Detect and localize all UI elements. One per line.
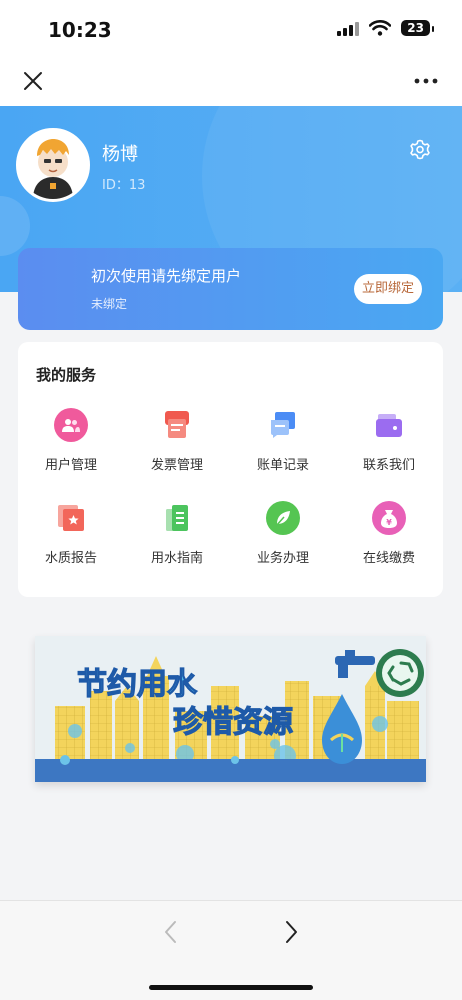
more-icon[interactable] [412, 70, 440, 92]
report-icon [54, 501, 88, 535]
user-name: 杨博 [102, 144, 138, 165]
banner-illustration: 节约用水 珍惜资源 [35, 636, 426, 782]
banner-line-1: 节约用水 [77, 667, 198, 702]
leaf-icon [266, 501, 300, 535]
bottom-toolbar [0, 900, 462, 1000]
service-bill-records[interactable]: 账单记录 [230, 408, 336, 501]
battery-icon: 23 [401, 20, 434, 36]
service-online-payment[interactable]: ¥ 在线缴费 [336, 501, 442, 594]
service-water-quality-report[interactable]: 水质报告 [18, 501, 124, 594]
guide-icon [160, 501, 194, 535]
service-contact-us[interactable]: 联系我们 [336, 408, 442, 501]
service-label: 联系我们 [362, 458, 415, 473]
wallet-icon [372, 408, 406, 442]
wifi-icon [369, 20, 392, 36]
bind-title: 初次使用请先绑定用户 [91, 267, 242, 285]
signal-icon [337, 20, 360, 36]
water-saving-banner[interactable]: 节约用水 珍惜资源 [35, 636, 426, 782]
banner-line-2: 珍惜资源 [173, 705, 293, 740]
bind-now-button[interactable]: 立即绑定 [353, 274, 422, 304]
users-icon [54, 408, 88, 442]
bind-status: 未绑定 [91, 297, 128, 311]
nav-bar [0, 56, 462, 106]
service-label: 用户管理 [44, 458, 97, 473]
services-title: 我的服务 [36, 366, 97, 384]
service-label: 在线缴费 [362, 551, 415, 566]
invoice-icon [160, 408, 194, 442]
bind-card: 初次使用请先绑定用户 未绑定 立即绑定 [18, 248, 443, 330]
service-invoice-management[interactable]: 发票管理 [124, 408, 230, 501]
status-time: 10:23 [48, 18, 112, 42]
avatar[interactable] [16, 128, 90, 202]
bill-icon [266, 408, 300, 442]
back-icon[interactable] [160, 919, 182, 945]
payment-icon: ¥ [372, 501, 406, 535]
settings-icon[interactable] [408, 138, 432, 162]
service-label: 水质报告 [44, 551, 97, 566]
home-indicator [149, 985, 313, 990]
services-grid: 用户管理 发票管理 账单记录 联系我们 水质报告 用水指南 业务办理 ¥ 在线缴… [18, 408, 443, 594]
service-business[interactable]: 业务办理 [230, 501, 336, 594]
user-id: ID：13 [102, 178, 146, 193]
service-label: 业务办理 [256, 551, 309, 566]
forward-icon[interactable] [280, 919, 302, 945]
service-water-guide[interactable]: 用水指南 [124, 501, 230, 594]
service-label: 账单记录 [256, 458, 309, 473]
close-icon[interactable] [20, 68, 46, 94]
service-label: 用水指南 [150, 551, 203, 566]
status-bar: 10:23 23 [0, 0, 462, 56]
service-user-management[interactable]: 用户管理 [18, 408, 124, 501]
service-label: 发票管理 [150, 458, 203, 473]
status-icons: 23 [337, 20, 434, 36]
svg-text:¥: ¥ [386, 518, 392, 527]
services-card: 我的服务 用户管理 发票管理 账单记录 联系我们 水质报告 用水指南 业务办理 … [18, 342, 443, 597]
